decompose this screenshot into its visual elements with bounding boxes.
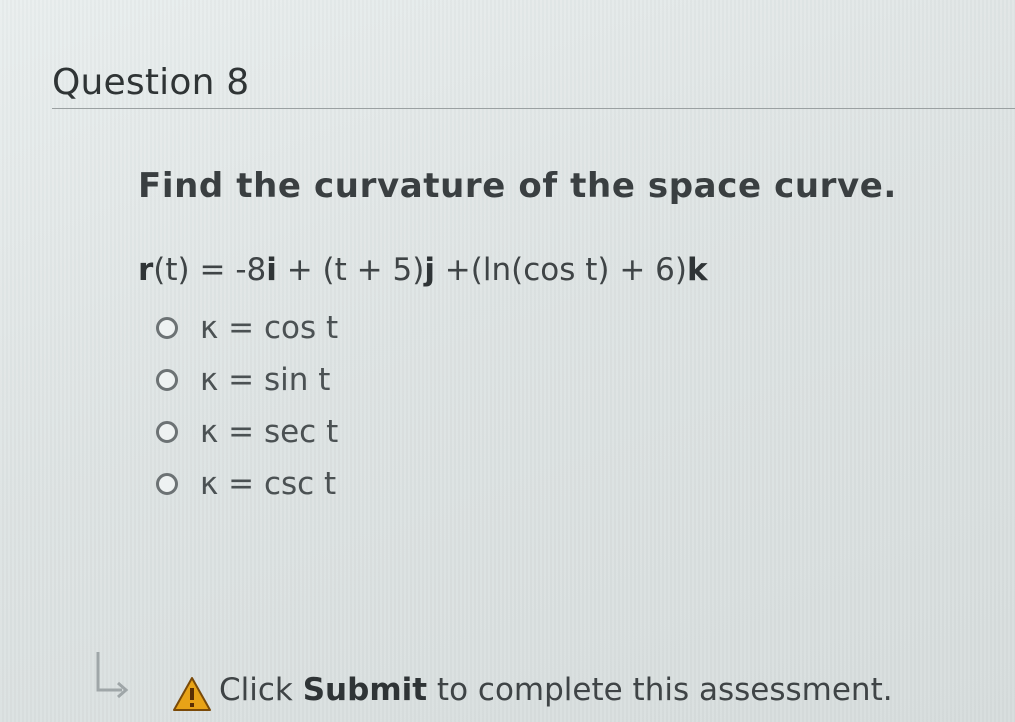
equation-part1: (t) = -8 [153, 252, 267, 288]
return-arrow-icon [96, 652, 129, 699]
question-title: Question 8 [52, 62, 250, 103]
radio-button[interactable] [156, 317, 178, 339]
equation-part2: + (t + 5) [276, 252, 425, 288]
option-label: κ = sin t [200, 362, 331, 398]
radio-button[interactable] [156, 473, 178, 495]
equation-k: k [687, 252, 708, 288]
question-prompt: Find the curvature of the space curve. [138, 166, 897, 206]
equation-j: j [424, 252, 435, 288]
submit-notice-text: Click Submit to complete this assessment… [219, 672, 893, 708]
option-label: κ = csc t [200, 466, 337, 502]
option-label: κ = cos t [200, 310, 339, 346]
page: Question 8 Find the curvature of the spa… [0, 0, 1015, 722]
answer-option-1[interactable]: κ = cos t [156, 302, 556, 354]
equation-i: i [266, 252, 277, 288]
warning-icon [173, 677, 211, 711]
notice-text-after: to complete this assessment. [427, 672, 893, 708]
radio-button[interactable] [156, 421, 178, 443]
equation-r: r [138, 252, 154, 288]
submit-notice: Click Submit to complete this assessment… [92, 650, 992, 720]
answer-option-2[interactable]: κ = sin t [156, 354, 556, 406]
answer-option-4[interactable]: κ = csc t [156, 458, 556, 510]
radio-button[interactable] [156, 369, 178, 391]
question-header: Question 8 [52, 58, 1015, 109]
answer-options: κ = cos t κ = sin t κ = sec t κ = csc t [156, 302, 556, 510]
answer-option-3[interactable]: κ = sec t [156, 406, 556, 458]
equation-part3: +(ln(cos t) + 6) [434, 252, 687, 288]
notice-text-before: Click [219, 672, 303, 708]
option-label: κ = sec t [200, 414, 339, 450]
submit-word: Submit [302, 672, 428, 708]
curve-equation: r(t) = -8i + (t + 5)j +(ln(cos t) + 6)k [138, 252, 708, 288]
